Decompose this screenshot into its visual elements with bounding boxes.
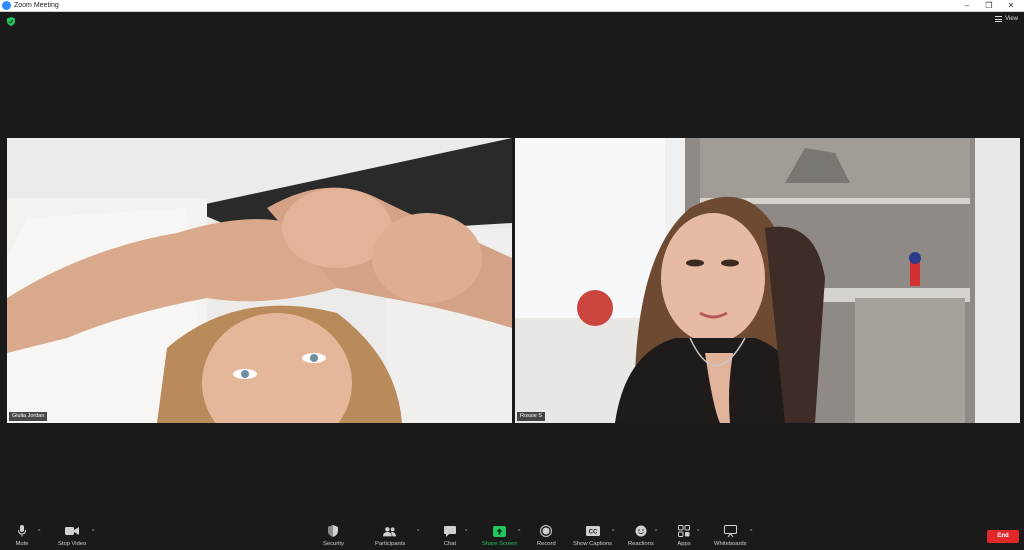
share-screen-label: Share Screen [482, 541, 518, 547]
record-button[interactable]: Record [537, 525, 556, 548]
chat-label: Chat [443, 541, 457, 547]
closed-captions-icon: CC [585, 525, 600, 537]
view-button[interactable]: View [995, 16, 1018, 22]
whiteboards-button[interactable]: Whiteboards [714, 525, 747, 548]
show-captions-label: Show Captions [573, 541, 612, 547]
participant-name-label: Giulia Jordan [9, 412, 48, 421]
chevron-up-icon[interactable]: ^ [612, 529, 614, 535]
view-label: View [1005, 16, 1018, 22]
meeting-area: View Giulia Jordan Rossie S [0, 12, 1024, 523]
record-label: Record [537, 541, 556, 547]
video-tile-participant-1[interactable]: Giulia Jordan [7, 138, 512, 423]
apps-button[interactable]: Apps [677, 525, 691, 548]
apps-label: Apps [677, 541, 691, 547]
emoji-reaction-icon [634, 525, 648, 537]
chevron-up-icon[interactable]: ^ [518, 529, 520, 535]
whiteboards-label: Whiteboards [714, 541, 747, 547]
video-tile-participant-2[interactable]: Rossie S [515, 138, 1020, 423]
stop-video-label: Stop Video [58, 541, 87, 547]
restore-icon[interactable]: ❐ [978, 0, 1000, 11]
chevron-up-icon[interactable]: ^ [465, 529, 467, 535]
share-screen-button[interactable]: Share Screen [482, 525, 517, 548]
reactions-button[interactable]: Reactions [628, 525, 654, 548]
chevron-up-icon[interactable]: ^ [92, 529, 94, 535]
chat-bubble-icon [443, 525, 457, 537]
security-label: Security [323, 541, 344, 547]
show-captions-button[interactable]: CC Show Captions [573, 525, 612, 548]
participant-name-label: Rossie S [517, 412, 546, 421]
close-icon[interactable]: ✕ [1000, 0, 1022, 11]
chevron-up-icon[interactable]: ^ [697, 529, 699, 535]
apps-icon [677, 525, 691, 537]
chevron-up-icon[interactable]: ^ [750, 529, 752, 535]
minimize-icon[interactable]: – [956, 0, 978, 11]
stop-video-button[interactable]: Stop Video [58, 525, 86, 548]
svg-text:CC: CC [588, 530, 597, 536]
participants-label: Participants [375, 541, 406, 547]
participant-2-video [515, 138, 1020, 423]
video-camera-icon [65, 525, 80, 537]
participants-icon [383, 525, 397, 537]
mute-button[interactable]: Mute [15, 525, 29, 548]
title-bar: Zoom Meeting – ❐ ✕ [0, 0, 1024, 12]
whiteboard-icon [723, 525, 737, 537]
microphone-icon [15, 525, 29, 537]
participant-1-video [7, 138, 512, 423]
share-screen-icon [493, 525, 507, 537]
encryption-shield-icon[interactable] [7, 17, 15, 26]
mute-label: Mute [15, 541, 29, 547]
window-title: Zoom Meeting [14, 2, 59, 9]
meeting-toolbar: Mute ^ Stop Video ^ Security Participant… [0, 523, 1024, 550]
security-shield-icon [326, 525, 340, 537]
reactions-label: Reactions [628, 541, 654, 547]
record-icon [539, 525, 553, 537]
security-button[interactable]: Security [323, 525, 344, 548]
chevron-up-icon[interactable]: ^ [38, 529, 40, 535]
chevron-up-icon[interactable]: ^ [655, 529, 657, 535]
zoom-app-icon [2, 1, 11, 10]
grid-icon [995, 16, 1003, 22]
chevron-up-icon[interactable]: ^ [417, 529, 419, 535]
end-meeting-button[interactable]: End [987, 530, 1019, 543]
chat-button[interactable]: Chat [443, 525, 457, 548]
participants-button[interactable]: Participants [375, 525, 405, 548]
